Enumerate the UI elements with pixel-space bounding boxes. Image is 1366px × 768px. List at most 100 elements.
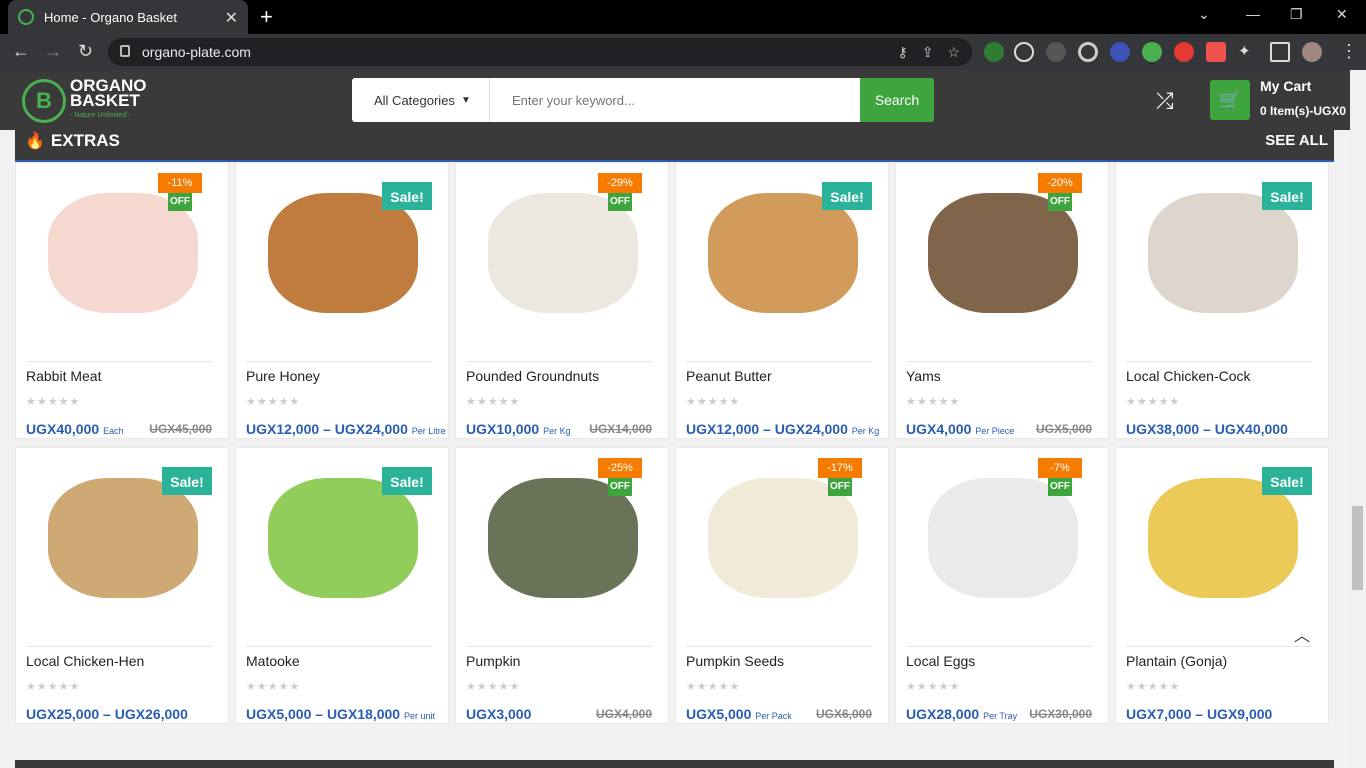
sale-badge: Sale! — [1262, 182, 1312, 210]
puzzle-icon[interactable]: ✦ — [1238, 42, 1258, 62]
share-icon[interactable]: ⇪ — [922, 44, 934, 61]
color-extension-icon[interactable] — [1142, 42, 1162, 62]
rocket-extension-icon[interactable] — [1174, 42, 1194, 62]
product-card[interactable]: Sale! Matooke ★★★★★ UGX5,000 – UGX18,000… — [235, 447, 449, 724]
chevron-down-icon[interactable]: ⌄ — [1198, 6, 1210, 23]
shield-extension-icon[interactable] — [984, 42, 1004, 62]
divider — [466, 646, 652, 647]
discount-percent: -11% — [158, 173, 202, 193]
product-price: UGX25,000 – UGX26,000 — [26, 706, 188, 722]
product-card[interactable]: Sale! Peanut Butter ★★★★★ UGX12,000 – UG… — [675, 162, 889, 439]
reload-icon[interactable]: ↻ — [78, 41, 93, 62]
price-value: UGX5,000 — [686, 706, 752, 722]
off-label: OFF — [608, 478, 632, 496]
product-price: UGX7,000 – UGX9,000 — [1126, 706, 1272, 722]
product-name[interactable]: Local Chicken-Cock — [1126, 368, 1251, 384]
cart-summary[interactable]: 0 Item(s)-UGX0 — [1260, 104, 1350, 118]
product-card[interactable]: Sale! Local Chicken-Hen ★★★★★ UGX25,000 … — [15, 447, 229, 724]
site-logo[interactable]: B ORGANO BASKET - Nature Unlimited - — [22, 77, 147, 123]
price-value: UGX28,000 — [906, 706, 980, 722]
price-unit: Per unit — [404, 711, 436, 721]
price-unit: Per Kg — [851, 426, 880, 436]
key-icon[interactable]: ⚷ — [897, 44, 907, 61]
rating-stars: ★★★★★ — [26, 681, 81, 693]
shuffle-icon[interactable]: ⤮ — [1156, 88, 1174, 114]
product-price: UGX5,000 Per Pack — [686, 706, 792, 722]
old-price: UGX14,000 — [589, 422, 652, 436]
product-card[interactable]: -25% OFF Pumpkin ★★★★★ UGX3,000 UGX4,000 — [455, 447, 669, 724]
product-price: UGX40,000 Each — [26, 421, 124, 437]
product-name[interactable]: Pumpkin Seeds — [686, 653, 784, 669]
off-label: OFF — [828, 478, 852, 496]
product-card[interactable]: -17% OFF Pumpkin Seeds ★★★★★ UGX5,000 Pe… — [675, 447, 889, 724]
profile-avatar[interactable] — [1302, 42, 1322, 62]
scrollbar-thumb[interactable] — [1352, 506, 1363, 590]
extension-icon[interactable] — [1046, 42, 1066, 62]
minimize-icon[interactable]: — — [1246, 6, 1260, 22]
product-name[interactable]: Matooke — [246, 653, 300, 669]
product-name[interactable]: Yams — [906, 368, 941, 384]
sale-badge: Sale! — [1262, 467, 1312, 495]
price-value: UGX40,000 — [26, 421, 100, 437]
product-name[interactable]: Rabbit Meat — [26, 368, 101, 384]
page-scrollbar[interactable] — [1350, 70, 1366, 768]
url-text: organo-plate.com — [142, 44, 251, 60]
product-name[interactable]: Plantain (Gonja) — [1126, 653, 1227, 669]
sidebar-icon[interactable] — [1270, 42, 1290, 62]
off-label: OFF — [168, 193, 192, 211]
browser-tab[interactable]: Home - Organo Basket ✕ — [8, 0, 248, 34]
product-name[interactable]: Peanut Butter — [686, 368, 772, 384]
product-card[interactable]: -7% OFF Local Eggs ★★★★★ UGX28,000 Per T… — [895, 447, 1109, 724]
price-unit: Per Tray — [983, 711, 1018, 721]
divider — [466, 361, 652, 362]
product-name[interactable]: Local Chicken-Hen — [26, 653, 144, 669]
divider — [1126, 646, 1312, 647]
scroll-to-top-icon[interactable]: ︿ — [1294, 622, 1310, 646]
discount-badge: -7% OFF — [1038, 458, 1082, 496]
divider — [686, 361, 872, 362]
product-card[interactable]: Sale! Local Chicken-Cock ★★★★★ UGX38,000… — [1115, 162, 1329, 439]
section-header: 🔥 EXTRAS SEE ALL — [15, 130, 1334, 162]
star-icon[interactable]: ☆ — [947, 44, 960, 61]
divider — [906, 361, 1092, 362]
address-bar[interactable]: organo-plate.com ⚷ ⇪ ☆ — [108, 38, 972, 66]
new-tab-icon[interactable]: + — [260, 4, 273, 30]
product-card[interactable]: Sale! Plantain (Gonja) ★★★★★ UGX7,000 – … — [1115, 447, 1329, 724]
cart-title[interactable]: My Cart — [1260, 78, 1311, 94]
discount-badge: -20% OFF — [1038, 173, 1082, 211]
sale-badge: Sale! — [382, 182, 432, 210]
react-extension-icon[interactable] — [1014, 42, 1034, 62]
product-card[interactable]: -20% OFF Yams ★★★★★ UGX4,000 Per Piece U… — [895, 162, 1109, 439]
product-card[interactable]: Sale! Pure Honey ★★★★★ UGX12,000 – UGX24… — [235, 162, 449, 439]
forward-icon[interactable]: → — [44, 41, 62, 62]
search-input[interactable] — [490, 78, 860, 122]
product-name[interactable]: Local Eggs — [906, 653, 975, 669]
close-window-icon[interactable]: ✕ — [1336, 6, 1348, 23]
menu-icon[interactable]: ⋮ — [1340, 41, 1358, 62]
price-value: UGX3,000 — [466, 706, 532, 722]
product-name[interactable]: Pure Honey — [246, 368, 320, 384]
price-value: UGX25,000 – UGX26,000 — [26, 706, 188, 722]
product-card[interactable]: -11% OFF Rabbit Meat ★★★★★ UGX40,000 Eac… — [15, 162, 229, 439]
rating-stars: ★★★★★ — [906, 396, 961, 408]
search-button[interactable]: Search — [860, 78, 934, 122]
back-icon[interactable]: ← — [12, 41, 30, 62]
rating-stars: ★★★★★ — [1126, 681, 1181, 693]
product-card[interactable]: -29% OFF Pounded Groundnuts ★★★★★ UGX10,… — [455, 162, 669, 439]
product-name[interactable]: Pumpkin — [466, 653, 520, 669]
see-all-link[interactable]: SEE ALL — [1265, 132, 1328, 149]
rating-stars: ★★★★★ — [246, 396, 301, 408]
price-unit: Per Piece — [975, 426, 1015, 436]
close-tab-icon[interactable]: ✕ — [225, 8, 238, 28]
cart-icon[interactable]: 🛒 — [1210, 80, 1250, 120]
product-name[interactable]: Pounded Groundnuts — [466, 368, 599, 384]
target-extension-icon[interactable] — [1078, 42, 1098, 62]
product-price: UGX28,000 Per Tray — [906, 706, 1017, 722]
site-header: B ORGANO BASKET - Nature Unlimited - All… — [0, 70, 1350, 130]
notes-extension-icon[interactable] — [1206, 42, 1226, 62]
gear-extension-icon[interactable] — [1110, 42, 1130, 62]
product-price: UGX4,000 Per Piece — [906, 421, 1014, 437]
rating-stars: ★★★★★ — [466, 396, 521, 408]
restore-icon[interactable]: ❐ — [1290, 6, 1303, 23]
category-select[interactable]: All Categories ▼ — [352, 78, 490, 122]
